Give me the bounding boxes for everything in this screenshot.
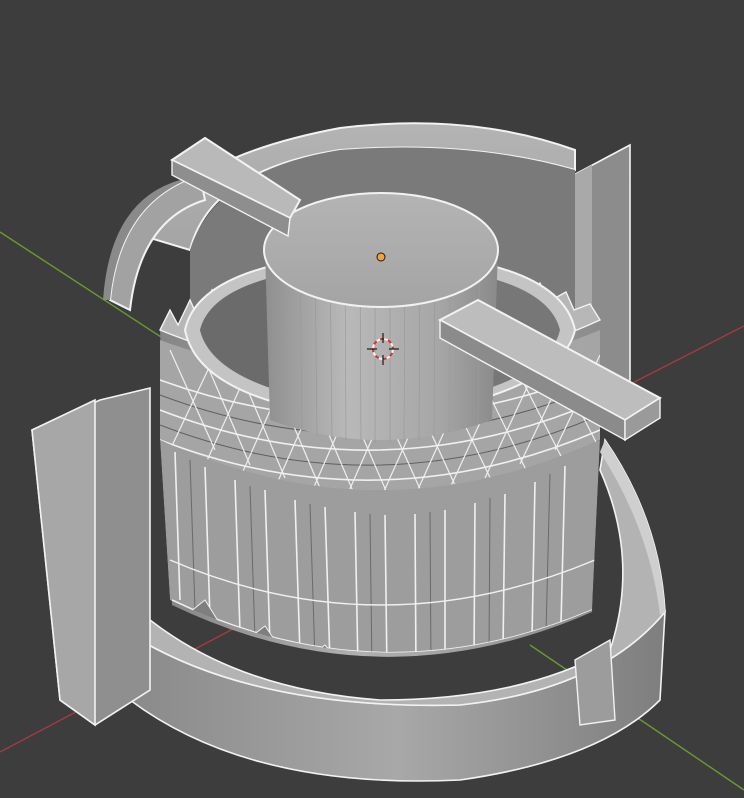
object-origin-icon[interactable] bbox=[376, 252, 386, 262]
wall-tab-left[interactable] bbox=[31, 386, 151, 727]
core-cylinder-top bbox=[263, 192, 499, 308]
viewport-scene[interactable] bbox=[0, 0, 744, 798]
3d-viewport[interactable] bbox=[0, 0, 744, 798]
